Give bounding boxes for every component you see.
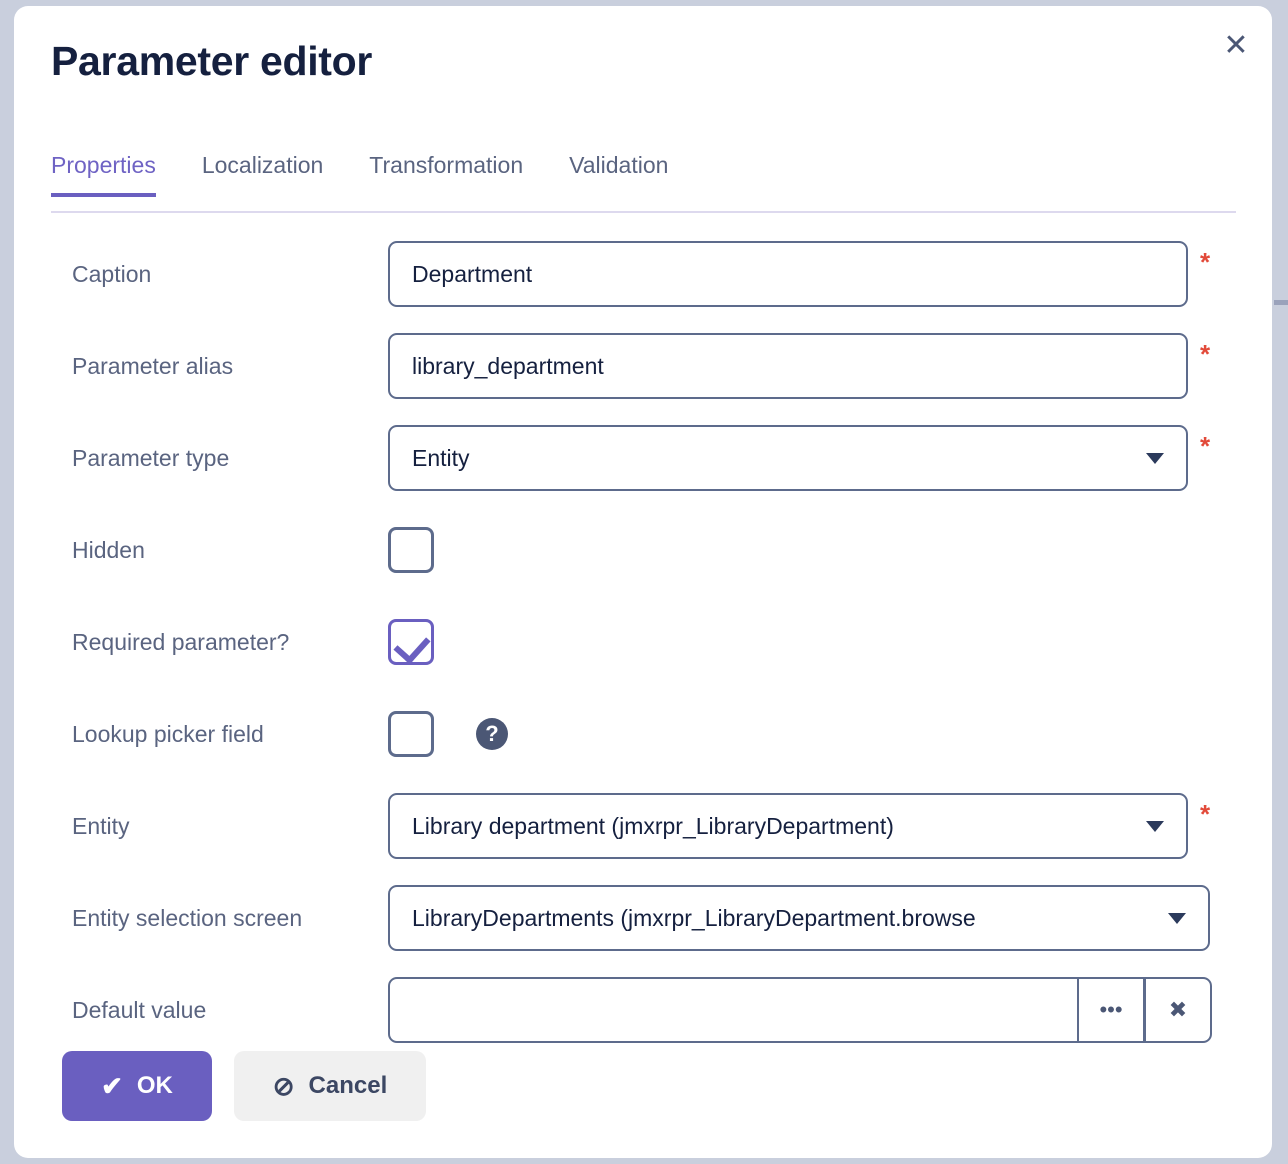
ok-button[interactable]: ✔ OK (62, 1051, 212, 1121)
parameter-type-required-marker: * (1200, 431, 1211, 461)
help-icon[interactable]: ? (476, 718, 508, 750)
required-parameter-label: Required parameter? (72, 628, 290, 655)
chevron-down-icon (1146, 820, 1164, 832)
hidden-checkbox[interactable] (388, 527, 434, 573)
tab-localization[interactable]: Localization (202, 148, 323, 197)
ellipsis-icon[interactable]: ••• (1078, 977, 1145, 1043)
entity-select[interactable]: Library department (jmxrpr_LibraryDepart… (388, 793, 1188, 859)
chevron-down-icon (1146, 452, 1164, 464)
row-lookup-picker-field: Lookup picker field ? (14, 688, 1272, 780)
row-default-value: Default value ••• ✖ (14, 964, 1272, 1056)
entity-required-marker: * (1200, 799, 1211, 829)
chevron-down-icon (1168, 912, 1186, 924)
properties-form: Caption Department * Parameter alias lib… (14, 228, 1272, 1056)
required-parameter-checkbox[interactable] (388, 619, 434, 665)
entity-selection-screen-label: Entity selection screen (72, 904, 303, 931)
hidden-label: Hidden (72, 536, 145, 563)
row-entity: Entity Library department (jmxrpr_Librar… (14, 780, 1272, 872)
row-required-parameter: Required parameter? (14, 596, 1272, 688)
lookup-picker-field-checkbox[interactable] (388, 711, 434, 757)
entity-selection-screen-select[interactable]: LibraryDepartments (jmxrpr_LibraryDepart… (388, 885, 1210, 951)
close-icon[interactable]: ✕ (1212, 22, 1260, 70)
check-icon: ✔ (101, 1071, 123, 1101)
row-caption: Caption Department * (14, 228, 1272, 320)
tab-transformation[interactable]: Transformation (369, 148, 523, 197)
default-value-group: ••• ✖ (388, 977, 1212, 1043)
clear-icon[interactable]: ✖ (1145, 977, 1212, 1043)
lookup-picker-field-label: Lookup picker field (72, 720, 264, 747)
cancel-button-label: Cancel (308, 1072, 388, 1099)
tab-properties[interactable]: Properties (51, 148, 156, 197)
row-parameter-alias: Parameter alias library_department * (14, 320, 1272, 412)
row-hidden: Hidden (14, 504, 1272, 596)
caption-input[interactable]: Department (388, 241, 1188, 307)
default-value-input[interactable] (388, 977, 1078, 1043)
tab-validation[interactable]: Validation (569, 148, 668, 197)
parameter-alias-label: Parameter alias (72, 352, 234, 379)
tab-bar: Properties Localization Transformation V… (51, 148, 1236, 213)
dialog-footer: ✔ OK ⊘ Cancel (62, 1051, 426, 1121)
scrollbar-handle[interactable] (1274, 300, 1288, 305)
parameter-type-value: Entity (412, 444, 470, 471)
caption-required-marker: * (1200, 247, 1211, 277)
window-edge-rail (1274, 0, 1288, 1164)
parameter-type-select[interactable]: Entity (388, 425, 1188, 491)
cancel-button[interactable]: ⊘ Cancel (234, 1051, 426, 1121)
parameter-alias-required-marker: * (1200, 339, 1211, 369)
row-parameter-type: Parameter type Entity * (14, 412, 1272, 504)
parameter-alias-input[interactable]: library_department (388, 333, 1188, 399)
entity-label: Entity (72, 812, 130, 839)
entity-selection-screen-value: LibraryDepartments (jmxrpr_LibraryDepart… (412, 904, 976, 931)
parameter-editor-dialog: ✕ Parameter editor Properties Localizati… (14, 6, 1272, 1158)
parameter-type-label: Parameter type (72, 444, 230, 471)
caption-label: Caption (72, 260, 152, 287)
row-entity-selection-screen: Entity selection screen LibraryDepartmen… (14, 872, 1272, 964)
page-title: Parameter editor (51, 38, 373, 84)
ok-button-label: OK (136, 1072, 173, 1099)
entity-value: Library department (jmxrpr_LibraryDepart… (412, 812, 894, 839)
default-value-label: Default value (72, 996, 207, 1023)
ban-icon: ⊘ (272, 1071, 295, 1101)
